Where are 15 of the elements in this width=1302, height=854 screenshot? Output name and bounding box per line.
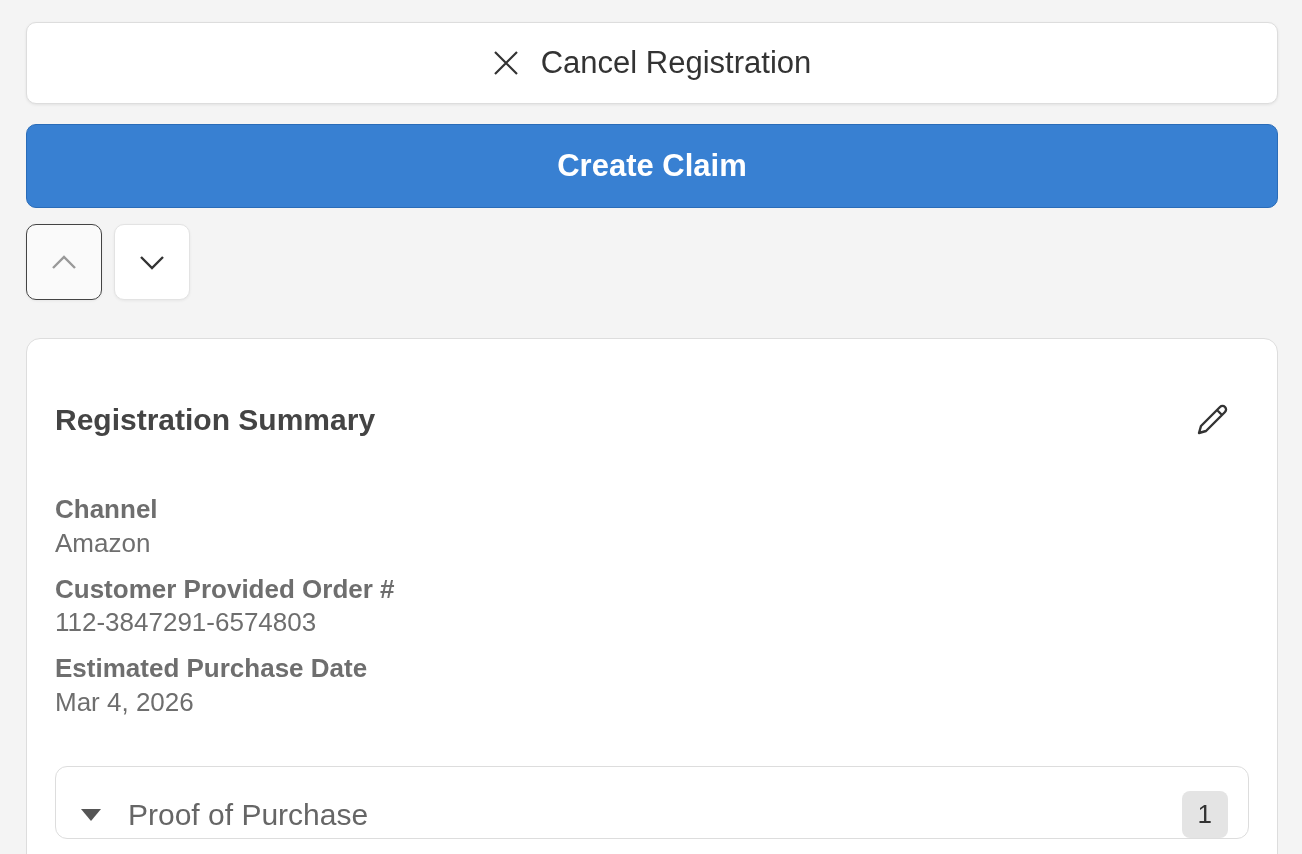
field-label: Channel — [55, 493, 159, 526]
create-claim-button[interactable]: Create Claim — [26, 124, 1278, 208]
field-value: Mar 4, 2026 — [55, 686, 195, 719]
pencil-icon — [1195, 403, 1229, 437]
card-title: Registration Summary — [55, 402, 376, 438]
close-icon — [492, 50, 519, 76]
chevron-down-icon — [139, 253, 165, 271]
field-value: Amazon — [55, 526, 152, 560]
field-value: 112-3847291-6574803 — [55, 606, 318, 640]
section-title[interactable]: Proof of Purchase — [128, 791, 1156, 837]
cancel-button[interactable]: Cancel Registration — [26, 22, 1278, 104]
count-badge: 1 — [1181, 790, 1228, 838]
field-label: Estimated Purchase Date — [55, 652, 369, 686]
field-label: Customer Provided Order # — [55, 572, 396, 606]
chevron-up-icon — [51, 253, 77, 271]
